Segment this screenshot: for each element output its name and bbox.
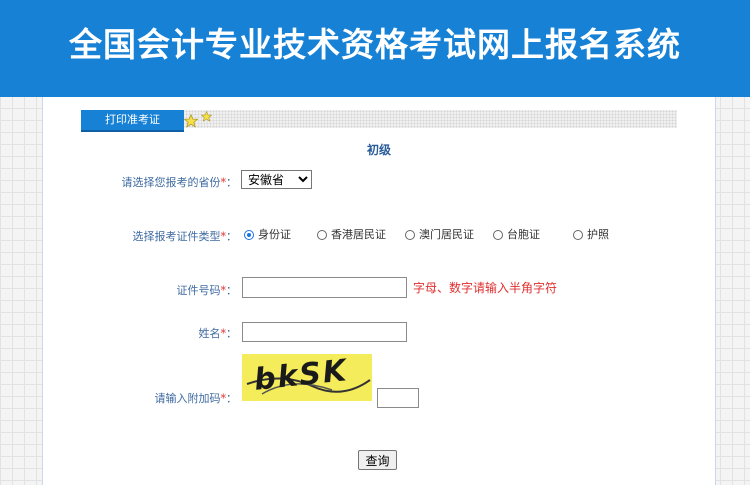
- radio-taiwan-compatriot[interactable]: 台胞证: [493, 226, 540, 242]
- province-label: 请选择您报考的省份*：: [121, 176, 238, 189]
- system-title: 全国会计专业技术资格考试网上报名系统: [69, 25, 681, 64]
- captcha-image[interactable]: bkSK: [242, 354, 372, 401]
- idnum-hint: 字母、数字请输入半角字符: [413, 281, 558, 295]
- province-select[interactable]: 安徽省: [241, 170, 312, 189]
- query-button[interactable]: 查询: [358, 450, 397, 470]
- radio-idcard[interactable]: 身份证: [244, 226, 291, 242]
- tab-print-admission[interactable]: 打印准考证: [81, 110, 184, 132]
- radio-hk-resident[interactable]: 香港居民证: [317, 226, 386, 242]
- main-panel: 打印准考证 初级 请选择您报考的省份*： 安徽省 选择报考证件类型*： 身份证 …: [42, 97, 716, 485]
- page-header: 全国会计专业技术资格考试网上报名系统: [0, 0, 750, 97]
- star-icon: [201, 111, 212, 122]
- captcha-label: 请输入附加码*：: [154, 392, 238, 405]
- idtype-label: 选择报考证件类型*：: [132, 230, 238, 243]
- radio-macau-resident[interactable]: 澳门居民证: [405, 226, 474, 242]
- exam-level-title: 初级: [366, 143, 391, 157]
- radio-passport[interactable]: 护照: [573, 226, 609, 242]
- name-label: 姓名*：: [198, 327, 238, 340]
- idnum-label: 证件号码*：: [176, 284, 238, 297]
- name-input[interactable]: [242, 322, 407, 342]
- idnum-input[interactable]: [242, 277, 407, 298]
- star-icon: [184, 114, 198, 128]
- captcha-input[interactable]: [377, 388, 419, 408]
